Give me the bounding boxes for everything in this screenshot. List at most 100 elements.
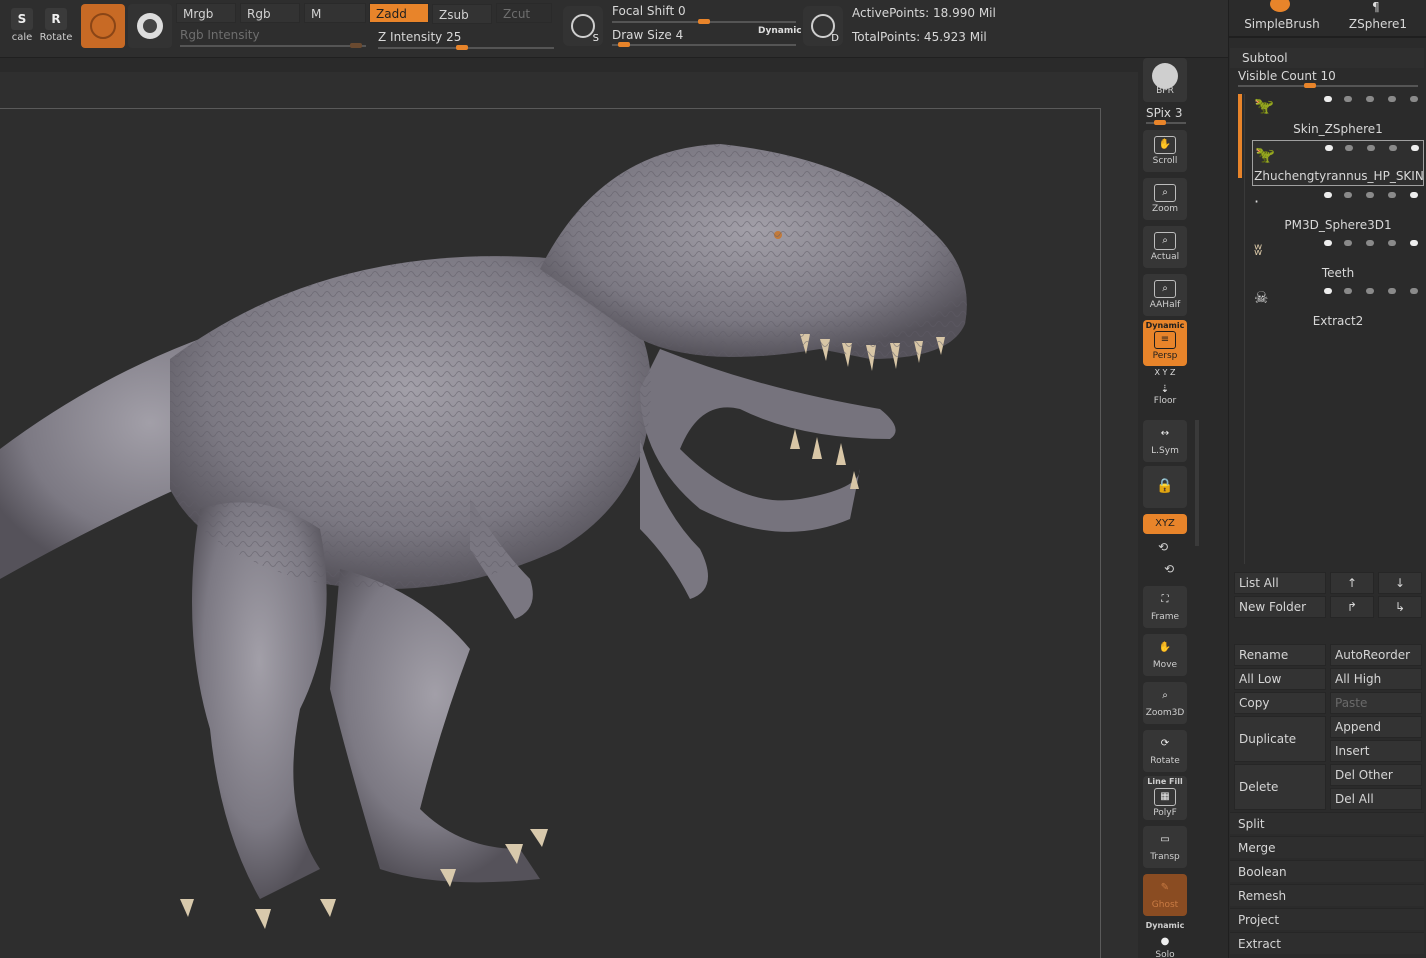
z-intensity-slider[interactable]: Z Intensity 25	[378, 30, 554, 52]
zoom-button[interactable]: ⌕ Zoom	[1143, 178, 1187, 220]
hand-icon: ✋	[1158, 642, 1172, 653]
scroll-button[interactable]: ✋ Scroll	[1143, 130, 1187, 172]
move-button[interactable]: ✋ Move	[1143, 634, 1187, 676]
move-down-button[interactable]: ↓	[1378, 572, 1422, 594]
focal-shift-slider[interactable]: Focal Shift 0	[612, 4, 796, 28]
magnifier-icon: ⌕	[1154, 184, 1176, 202]
material-button[interactable]	[81, 4, 125, 48]
aahalf-button[interactable]: ⌕ AAHalf	[1143, 274, 1187, 316]
magnifier-icon: ⌕	[1154, 232, 1176, 250]
all-high-button[interactable]: All High	[1330, 668, 1422, 690]
zcut-button[interactable]: Zcut	[496, 3, 552, 23]
dynamic-toggle[interactable]: Dynamic	[758, 26, 802, 36]
persp-button[interactable]: Dynamic ≡ Persp	[1143, 320, 1187, 366]
tool-simplebrush[interactable]: SimpleBrush	[1240, 0, 1324, 34]
rgb-button[interactable]: Rgb	[240, 3, 300, 23]
brush-button[interactable]	[128, 4, 172, 48]
rotate-icon: ⟳	[1160, 738, 1170, 749]
panel-divider	[1228, 36, 1426, 38]
brush-icon	[137, 13, 163, 39]
bpr-button[interactable]: BPR	[1143, 58, 1187, 102]
teeth-thumbnail-icon: ʬ	[1254, 240, 1263, 259]
local-lock-button[interactable]: 🔒	[1143, 466, 1187, 508]
solo-button[interactable]: Dynamic ● Solo	[1143, 920, 1187, 958]
lock-icon: 🔒	[1156, 478, 1174, 494]
frame-icon: ⛶	[1161, 594, 1169, 605]
subtool-item[interactable]: 🦖 Skin_ZSphere1	[1252, 92, 1424, 138]
total-points: TotalPoints: 45.923 Mil	[852, 30, 987, 44]
rgb-intensity-slider[interactable]: Rgb Intensity	[180, 28, 366, 50]
ghost-button[interactable]: ✎ Ghost	[1143, 874, 1187, 916]
del-all-button[interactable]: Del All	[1330, 788, 1422, 810]
duplicate-button[interactable]: Duplicate	[1234, 716, 1326, 762]
delete-button[interactable]: Delete	[1234, 764, 1326, 810]
boolean-section[interactable]: Boolean	[1230, 860, 1424, 882]
stroke-icon	[571, 14, 595, 38]
polyf-button[interactable]: Line Fill ▦ PolyF	[1143, 776, 1187, 820]
all-low-button[interactable]: All Low	[1234, 668, 1326, 690]
material-icon	[90, 13, 116, 39]
merge-section[interactable]: Merge	[1230, 836, 1424, 858]
rename-button[interactable]: Rename	[1234, 644, 1326, 666]
m-button[interactable]: M	[304, 3, 366, 23]
arrow-turn-icon: ↱	[1346, 600, 1358, 614]
trex-thumbnail-icon: 🦖	[1255, 145, 1275, 164]
subtool-controls[interactable]	[1304, 286, 1422, 296]
frame-button[interactable]: ⛶ Frame	[1143, 586, 1187, 628]
insert-button[interactable]: Insert	[1330, 740, 1422, 762]
actual-button[interactable]: ⌕ Actual	[1143, 226, 1187, 268]
ghost-icon: ✎	[1160, 882, 1170, 893]
zadd-button[interactable]: Zadd	[369, 3, 429, 23]
subtool-controls[interactable]	[1305, 143, 1423, 153]
subtool-item[interactable]: ☠ Extract2	[1252, 284, 1424, 330]
subtool-controls[interactable]	[1304, 238, 1422, 248]
subtool-controls[interactable]	[1304, 190, 1422, 200]
arrow-down-icon: ↓	[1394, 576, 1406, 590]
subtool-item[interactable]: · PM3D_Sphere3D1	[1252, 188, 1424, 234]
floor-button[interactable]: ⇣ Floor	[1143, 378, 1187, 412]
trex-model[interactable]	[0, 109, 1101, 958]
append-button[interactable]: Append	[1330, 716, 1422, 738]
spix-slider[interactable]: SPix 3	[1146, 106, 1186, 126]
move-right-up-button[interactable]: ↱	[1330, 596, 1374, 618]
subtool-item-selected[interactable]: 🦖 Zhuchengtyrannus_HP_SKIN	[1252, 140, 1424, 186]
subtool-header[interactable]: Subtool	[1230, 48, 1424, 68]
top-toolbar: S cale R Rotate Mrgb Rgb M Zadd Zsub Zcu…	[0, 0, 1228, 58]
paste-button[interactable]: Paste	[1330, 692, 1422, 714]
visible-count-slider[interactable]: Visible Count 10	[1238, 69, 1418, 89]
rotate-icon: R	[45, 8, 67, 30]
rotate-button[interactable]: R Rotate	[34, 4, 78, 48]
remesh-section[interactable]: Remesh	[1230, 884, 1424, 906]
subtool-item[interactable]: ʬ Teeth	[1252, 236, 1424, 282]
list-all-button[interactable]: List All	[1234, 572, 1326, 594]
move-up-button[interactable]: ↑	[1330, 572, 1374, 594]
extract-section[interactable]: Extract	[1230, 932, 1424, 954]
tool-zsphere1[interactable]: ¶ ZSphere1	[1340, 0, 1416, 34]
document-viewport[interactable]	[0, 108, 1101, 958]
z-rotate-icon[interactable]: ⟲	[1164, 562, 1174, 576]
subtool-controls[interactable]	[1304, 94, 1422, 104]
subtool-scrollbar[interactable]	[1238, 94, 1242, 178]
auto-reorder-button[interactable]: AutoReorder	[1330, 644, 1422, 666]
magnifier-icon: ⌕	[1154, 280, 1176, 298]
shelf-scrollbar[interactable]	[1195, 420, 1199, 546]
trex-thumbnail-icon: 🦖	[1254, 96, 1274, 115]
del-other-button[interactable]: Del Other	[1330, 764, 1422, 786]
y-rotate-icon[interactable]: ⟲	[1158, 540, 1168, 554]
project-section[interactable]: Project	[1230, 908, 1424, 930]
stroke-s-button[interactable]: S	[563, 6, 603, 46]
zsub-button[interactable]: Zsub	[432, 4, 492, 24]
rotate3d-button[interactable]: ⟳ Rotate	[1143, 730, 1187, 772]
skull-thumbnail-icon: ☠	[1254, 288, 1269, 307]
move-right-down-button[interactable]: ↳	[1378, 596, 1422, 618]
xyz-rotate-button[interactable]: XYZ	[1143, 514, 1187, 534]
lsym-button[interactable]: ↔ L.Sym	[1143, 420, 1187, 462]
copy-button[interactable]: Copy	[1234, 692, 1326, 714]
new-folder-button[interactable]: New Folder	[1234, 596, 1326, 618]
dynamic-d-button[interactable]: D	[803, 6, 843, 46]
zoom3d-button[interactable]: ⌕ Zoom3D	[1143, 682, 1187, 724]
transp-button[interactable]: ▭ Transp	[1143, 826, 1187, 868]
active-points: ActivePoints: 18.990 Mil	[852, 6, 996, 20]
mrgb-button[interactable]: Mrgb	[176, 3, 236, 23]
split-section[interactable]: Split	[1230, 812, 1424, 834]
